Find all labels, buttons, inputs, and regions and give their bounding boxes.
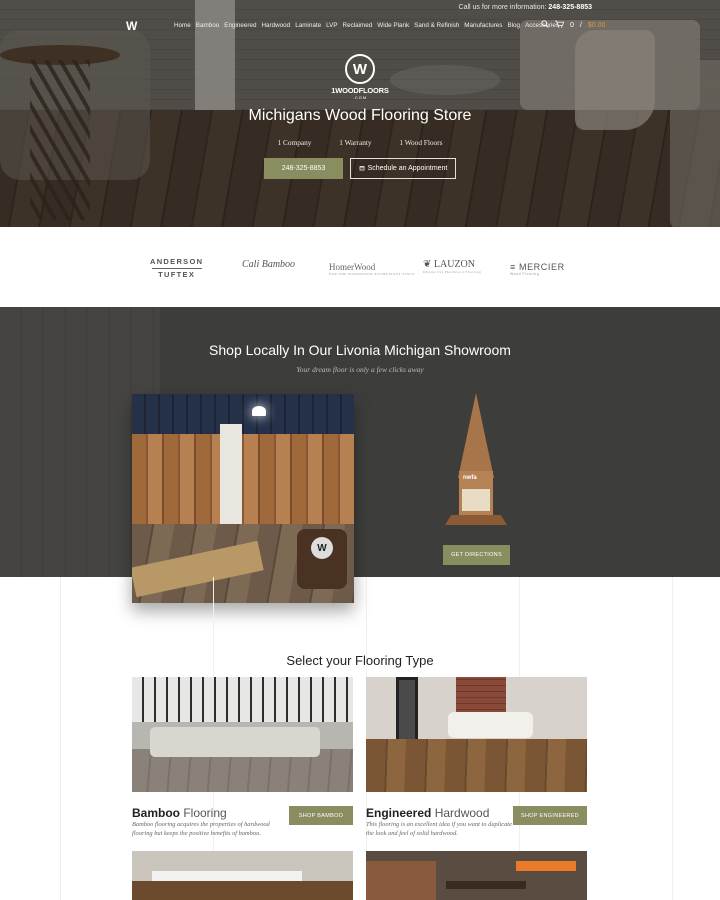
- hero-taglines: 1 Company 1 Warranty 1 Wood Floors: [0, 138, 720, 147]
- hero-title: Michigans Wood Flooring Store: [248, 107, 472, 124]
- nav-item-bamboo[interactable]: Bamboo: [196, 22, 219, 29]
- photo-light: [252, 406, 266, 416]
- mercier-text: MERCIER: [518, 262, 565, 272]
- tagline-wood-floors: 1 Wood Floors: [399, 138, 443, 147]
- nav-item-sand-refinish[interactable]: Sand & Refinish: [414, 22, 459, 29]
- topbar-text: Call us for more information:: [458, 4, 547, 11]
- brand-logo[interactable]: W 1WOODFLOORS .COM: [329, 54, 391, 100]
- brand-name: 1WOODFLOORS: [331, 86, 389, 95]
- shop-engineered-button[interactable]: SHOP ENGINEERED: [513, 806, 587, 825]
- nav-item-hardwood[interactable]: Hardwood: [261, 22, 290, 29]
- showroom-section: Shop Locally In Our Livonia Michigan Sho…: [0, 307, 720, 577]
- brand-anderson-tuftex[interactable]: ANDERSON TUFTEX: [150, 257, 203, 280]
- bamboo-sofa: [150, 727, 320, 757]
- get-directions-button[interactable]: GET DIRECTIONS: [443, 545, 510, 565]
- nav-item-manufactures[interactable]: Manufactures: [464, 22, 502, 29]
- brand-lauzon[interactable]: ❦ LAUZON Distinctive Hardwood Flooring: [423, 259, 481, 274]
- tagline-company: 1 Company: [277, 138, 312, 147]
- nav-item-blog[interactable]: Blog: [507, 22, 520, 29]
- barrel-logo-icon: W: [311, 537, 333, 559]
- nav-item-engineered[interactable]: Engineered: [224, 22, 256, 29]
- topbar-phone[interactable]: 248-325-8853: [548, 4, 592, 11]
- lauzon-text: LAUZON: [433, 259, 475, 270]
- appointment-button[interactable]: Schedule an Appointment: [350, 158, 456, 179]
- engineered-heading: Engineered Hardwood: [366, 806, 489, 820]
- bg-line: [672, 577, 673, 900]
- anderson-text: ANDERSON: [150, 257, 204, 266]
- nwfa-label: nwfa: [463, 475, 477, 481]
- tagline-warranty: 1 Warranty: [339, 138, 372, 147]
- bamboo-heading-bold: Bamboo: [132, 806, 180, 820]
- showroom-title: Shop Locally In Our Livonia Michigan Sho…: [209, 342, 511, 358]
- phone-button[interactable]: 248-325-8853: [264, 158, 343, 179]
- hardwood-image[interactable]: [132, 851, 353, 900]
- site-logo[interactable]: W: [126, 20, 142, 32]
- trophy-base: [445, 515, 507, 525]
- bamboo-description: Bamboo flooring acquires the properties …: [132, 821, 270, 837]
- bg-line: [60, 577, 61, 900]
- search-icon[interactable]: [541, 20, 549, 30]
- bamboo-heading-thin: Flooring: [180, 806, 227, 820]
- engineered-description: This flooring is an excellent idea if yo…: [366, 821, 512, 837]
- showroom-photo: W: [132, 394, 354, 603]
- engineered-heading-thin: Hardwood: [431, 806, 490, 820]
- trophy-inscription: [462, 489, 490, 511]
- appointment-label: Schedule an Appointment: [367, 165, 448, 172]
- brand-mercier[interactable]: ≡ MERCIER Wood Flooring: [510, 262, 565, 276]
- engineered-image[interactable]: [366, 677, 587, 792]
- nav-item-lvp[interactable]: LVP: [326, 22, 337, 29]
- cart-total[interactable]: $0.00: [588, 22, 606, 29]
- nav-item-home[interactable]: Home: [174, 22, 191, 29]
- brand-homerwood[interactable]: HomerWood FOR THE HARDWOOD ENTHUSIAST SI…: [329, 262, 415, 276]
- brand-strip: ANDERSON TUFTEX Cali Bamboo HomerWood FO…: [0, 227, 720, 307]
- calendar-icon: [359, 165, 365, 173]
- bamboo-heading: Bamboo Flooring: [132, 806, 227, 820]
- homerwood-tagline: FOR THE HARDWOOD ENTHUSIAST SINCE: [329, 272, 415, 276]
- laminate-fireplace: [516, 861, 576, 871]
- cart-icon[interactable]: [555, 20, 565, 30]
- engineered-sofa: [448, 712, 533, 738]
- shop-bamboo-button[interactable]: SHOP BAMBOO: [289, 806, 353, 825]
- nav-item-laminate[interactable]: Laminate: [295, 22, 321, 29]
- trophy-spire: [458, 393, 494, 478]
- award-trophy: nwfa: [445, 393, 507, 533]
- laminate-sofa: [366, 861, 436, 900]
- brand-w-icon: W: [345, 54, 375, 84]
- engineered-heading-bold: Engineered: [366, 806, 432, 820]
- lauzon-tagline: Distinctive Hardwood Flooring: [423, 270, 482, 274]
- photo-wood-panels: [132, 434, 354, 524]
- homerwood-text: HomerWood: [329, 262, 376, 272]
- nav-item-reclaimed[interactable]: Reclaimed: [343, 22, 373, 29]
- cart-count[interactable]: 0: [570, 22, 574, 29]
- flooring-section-title: Select your Flooring Type: [286, 653, 434, 668]
- topbar-contact: Call us for more information: 248-325-88…: [459, 4, 592, 11]
- tuftex-text: TUFTEX: [158, 270, 196, 279]
- laminate-table: [446, 881, 526, 889]
- showroom-subtitle: Your dream floor is only a few clicks aw…: [296, 365, 424, 374]
- mercier-icon: ≡: [510, 262, 516, 272]
- lauzon-leaf-icon: ❦: [423, 259, 432, 270]
- brand-divider: [151, 268, 202, 269]
- brand-cali-bamboo[interactable]: Cali Bamboo: [242, 259, 295, 270]
- bamboo-image[interactable]: [132, 677, 353, 792]
- nav-item-wide-plank[interactable]: Wide Plank: [377, 22, 409, 29]
- hardwood-floor: [132, 881, 353, 900]
- bamboo-windows: [132, 677, 353, 722]
- header-icons: 0 / $0.00: [541, 20, 605, 30]
- photo-ceiling: [132, 394, 354, 434]
- engineered-floor: [366, 739, 587, 792]
- brand-domain: .COM: [352, 95, 368, 100]
- trophy-plate: nwfa: [459, 471, 493, 515]
- laminate-image[interactable]: [366, 851, 587, 900]
- main-nav: Home Bamboo Engineered Hardwood Laminate…: [174, 22, 559, 29]
- mercier-tagline: Wood Flooring: [510, 272, 540, 276]
- cart-separator: /: [579, 21, 582, 29]
- photo-barrel: W: [297, 529, 347, 589]
